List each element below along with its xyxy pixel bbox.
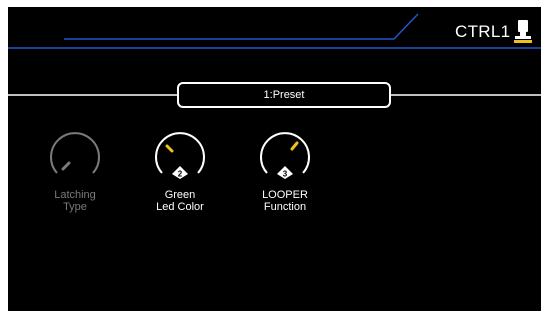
knob-label-line1: LOOPER: [262, 189, 308, 201]
knob-label: Latching Type: [25, 189, 125, 213]
knob-label: Green Led Color: [130, 189, 230, 213]
knob-latching-type[interactable]: Latching Type: [45, 129, 105, 219]
knob-label-line2: Type: [63, 201, 87, 213]
knob-indicator: [61, 161, 71, 171]
device-screen: CTRL1 1:Preset Latching Type 2 Green Led…: [8, 7, 541, 311]
knob-label: LOOPER Function: [235, 189, 335, 213]
knob-label-line2: Led Color: [156, 201, 204, 213]
knob-indicator: [290, 141, 299, 151]
knob-label-line1: Latching: [54, 189, 96, 201]
knob-badge-number: 2: [178, 170, 183, 179]
knob-badge-number: 3: [283, 170, 288, 179]
preset-selector[interactable]: 1:Preset: [177, 82, 391, 108]
knob-led-color[interactable]: 2 Green Led Color: [150, 129, 210, 219]
knob-ring: [50, 132, 100, 174]
knob-indicator: [165, 144, 174, 153]
knob-label-line2: Function: [263, 201, 307, 213]
knob-label-line1: Green: [164, 189, 196, 201]
knob-looper-function[interactable]: 3 LOOPER Function: [255, 129, 315, 219]
